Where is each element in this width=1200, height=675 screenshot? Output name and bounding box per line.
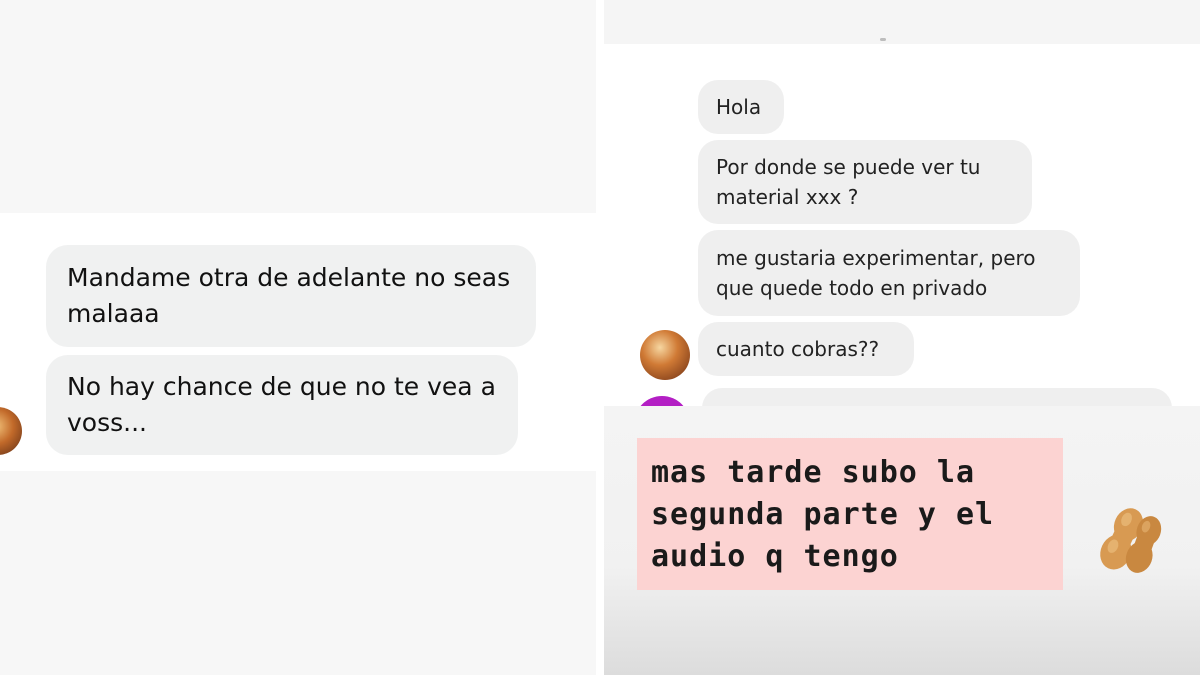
- message-bubble[interactable]: Por donde se puede ver tu material xxx ?: [698, 140, 1032, 224]
- message-bubble[interactable]: No hay chance de que no te vea a voss...: [46, 355, 518, 455]
- avatar[interactable]: [0, 407, 22, 455]
- left-chat-screenshot: Mandame otra de adelante no seas malaaa …: [0, 0, 596, 675]
- message-text: Hola: [716, 95, 762, 119]
- message-text: cuanto cobras??: [716, 337, 880, 361]
- message-bubble[interactable]: Mandame otra de adelante no seas malaaa: [46, 245, 536, 347]
- left-chat-area: Mandame otra de adelante no seas malaaa …: [0, 213, 596, 471]
- avatar[interactable]: [640, 330, 690, 380]
- message-bubble[interactable]: cuanto cobras??: [698, 322, 914, 376]
- right-chat-screenshot: Hola Por donde se puede ver tu material …: [604, 0, 1200, 675]
- message-text: Mandame otra de adelante no seas malaaa: [67, 263, 511, 328]
- message-text: me gustaria experimentar, pero que quede…: [716, 246, 1036, 300]
- panel-divider: [596, 0, 604, 675]
- peanut-icon: [1100, 508, 1162, 573]
- story-caption: mas tarde subo la segunda parte y el aud…: [637, 438, 1063, 590]
- chevron-down-icon: [880, 38, 886, 41]
- top-bar: [604, 0, 1200, 44]
- caption-text: mas tarde subo la segunda parte y el aud…: [651, 455, 995, 574]
- message-bubble[interactable]: me gustaria experimentar, pero que quede…: [698, 230, 1080, 316]
- message-bubble[interactable]: Hola: [698, 80, 784, 134]
- message-text: No hay chance de que no te vea a voss...: [67, 372, 496, 437]
- message-text: Por donde se puede ver tu material xxx ?: [716, 155, 981, 209]
